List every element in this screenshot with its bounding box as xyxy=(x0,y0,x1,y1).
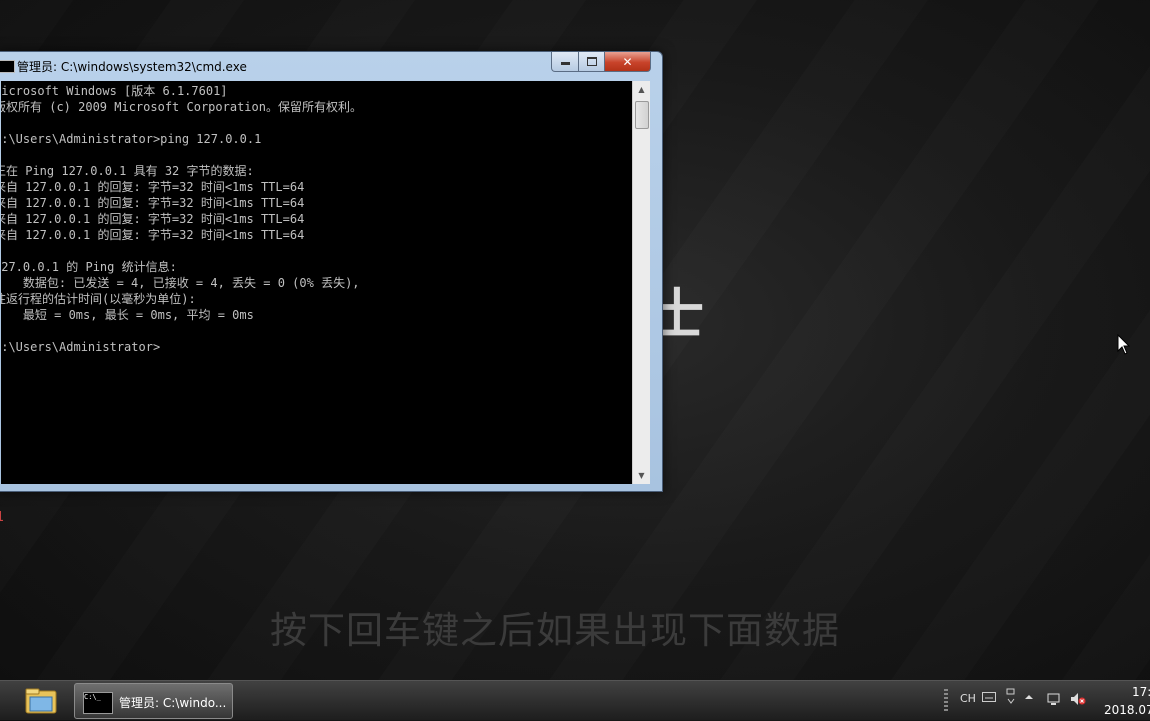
scrollbar-thumb[interactable] xyxy=(635,101,649,129)
console-line: 正在 Ping 127.0.0.1 具有 32 字节的数据: xyxy=(1,164,254,178)
ime-options-icon[interactable] xyxy=(1006,687,1016,712)
close-icon: ✕ xyxy=(622,54,633,69)
video-caption: 按下回车键之后如果出现下面数据 xyxy=(270,609,840,652)
console-line: 往返行程的估计时间(以毫秒为单位): xyxy=(1,292,196,306)
clock-date[interactable]: 2018.07 xyxy=(1104,703,1150,717)
console-line: 来自 127.0.0.1 的回复: 字节=32 时间<1ms TTL=64 xyxy=(1,180,305,194)
window-title: 管理员: C:\windows\system32\cmd.exe xyxy=(17,60,247,74)
console-line: 数据包: 已发送 = 4, 已接收 = 4, 丢失 = 0 (0% 丢失), xyxy=(1,276,360,290)
scroll-up-icon[interactable]: ▲ xyxy=(633,81,650,98)
keyboard-icon[interactable] xyxy=(982,692,996,705)
desktop-stray-text: 1 xyxy=(0,510,4,525)
console-line: 127.0.0.1 的 Ping 统计信息: xyxy=(1,260,177,274)
minimize-icon xyxy=(560,62,570,65)
cmd-taskbar-icon: C:\_ xyxy=(83,692,113,714)
scroll-down-icon[interactable]: ▼ xyxy=(633,467,650,484)
console-text: Microsoft Windows [版本 6.1.7601] 版权所有 (c) … xyxy=(1,81,625,355)
tray-grip xyxy=(944,689,948,713)
cmd-app-icon xyxy=(0,60,15,73)
console-line: 来自 127.0.0.1 的回复: 字节=32 时间<1ms TTL=64 xyxy=(1,228,305,242)
console-line: 来自 127.0.0.1 的回复: 字节=32 时间<1ms TTL=64 xyxy=(1,212,305,226)
restore-icon xyxy=(586,57,597,66)
console-line: 版权所有 (c) 2009 Microsoft Corporation。保留所有… xyxy=(1,100,362,114)
console-line: C:\Users\Administrator>ping 127.0.0.1 xyxy=(1,132,262,146)
console-line: 来自 127.0.0.1 的回复: 字节=32 时间<1ms TTL=64 xyxy=(1,196,305,210)
close-button[interactable]: ✕ xyxy=(604,52,651,72)
cmd-window[interactable]: 管理员: C:\windows\system32\cmd.exe ✕ Micro… xyxy=(0,51,663,492)
console-line: Microsoft Windows [版本 6.1.7601] xyxy=(1,84,228,98)
console-output[interactable]: Microsoft Windows [版本 6.1.7601] 版权所有 (c) … xyxy=(1,81,632,484)
console-scrollbar[interactable]: ▲ ▼ xyxy=(632,81,650,484)
volume-muted-icon[interactable] xyxy=(1070,692,1086,709)
language-indicator[interactable]: CH xyxy=(960,692,976,705)
clock-time[interactable]: 17: xyxy=(1132,685,1150,699)
taskbar-task-cmd[interactable]: C:\_ 管理员: C:\windo... xyxy=(74,683,233,719)
window-titlebar[interactable]: 管理员: C:\windows\system32\cmd.exe ✕ xyxy=(0,52,662,80)
minimize-button[interactable] xyxy=(551,52,579,72)
maximize-button[interactable] xyxy=(578,52,605,72)
console-line: 最短 = 0ms, 最长 = 0ms, 平均 = 0ms xyxy=(1,308,254,322)
network-icon[interactable] xyxy=(1046,692,1062,709)
taskbar-task-label: 管理员: C:\windo... xyxy=(119,696,227,710)
taskbar: C:\_ 管理员: C:\windo... CH 17: 2018.07 xyxy=(0,680,1150,720)
show-hidden-icons-icon[interactable] xyxy=(1024,692,1034,705)
file-explorer-icon[interactable] xyxy=(22,685,60,717)
console-line: C:\Users\Administrator> xyxy=(1,340,161,354)
